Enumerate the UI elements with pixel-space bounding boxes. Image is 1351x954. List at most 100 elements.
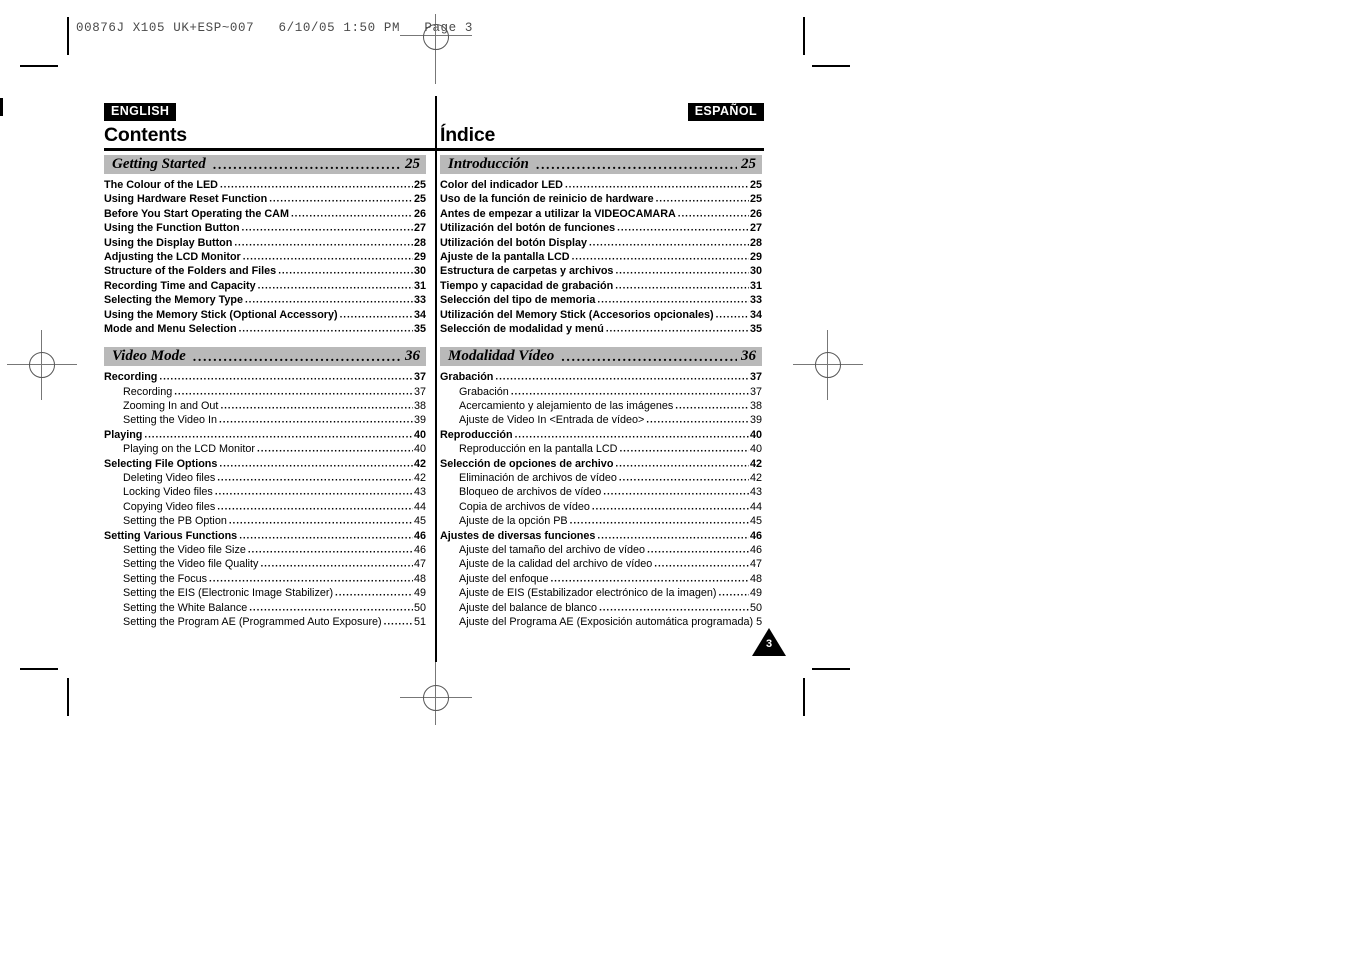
toc-entry[interactable]: Ajuste de la calidad del archivo de víde… (440, 559, 762, 573)
toc-entry[interactable]: Playing.................................… (104, 430, 426, 444)
toc-entry-label: Mode and Menu Selection (104, 323, 237, 335)
toc-entry[interactable]: Ajuste de la opción PB..................… (440, 516, 762, 530)
toc-entry[interactable]: Using the Function Button...............… (104, 223, 426, 237)
toc-entry-page: 46 (749, 544, 762, 556)
toc-leader-dots: ........................................… (615, 266, 749, 277)
toc-entry-label: Grabación (459, 386, 509, 398)
toc-section-bar[interactable]: Introducción............................… (440, 155, 762, 174)
toc-entry-label: Setting the White Balance (123, 602, 248, 614)
toc-entry-label: Ajuste del balance de blanco (459, 602, 598, 614)
toc-entry[interactable]: Setting the Video In....................… (104, 415, 426, 429)
toc-entry-label: Setting the Program AE (Programmed Auto … (123, 616, 382, 628)
toc-entry[interactable]: Adjusting the LCD Monitor...............… (104, 252, 426, 266)
toc-entry[interactable]: Setting the Focus.......................… (104, 574, 426, 588)
toc-entry[interactable]: Zooming In and Out......................… (104, 401, 426, 415)
toc-entry[interactable]: Ajuste del tamaño del archivo de vídeo..… (440, 545, 762, 559)
toc-entry[interactable]: Mode and Menu Selection.................… (104, 324, 426, 338)
toc-leader-dots: ........................................… (174, 387, 413, 398)
toc-entry-label: Before You Start Operating the CAM (104, 208, 289, 220)
toc-leader-dots: ........................................… (335, 588, 413, 599)
toc-entry[interactable]: Copying Video files.....................… (104, 502, 426, 516)
toc-leader-dots: ........................................… (239, 531, 413, 542)
toc-entry[interactable]: Eliminación de archivos de vídeo........… (440, 473, 762, 487)
toc-entry[interactable]: Setting the Video file Quality..........… (104, 559, 426, 573)
toc-entry[interactable]: The Colour of the LED...................… (104, 180, 426, 194)
toc-entry-label: Playing on the LCD Monitor (123, 444, 256, 456)
toc-entry[interactable]: Tiempo y capacidad de grabación.........… (440, 281, 762, 295)
toc-leader-dots: ........................................… (339, 310, 413, 321)
toc-entry[interactable]: Locking Video files.....................… (104, 487, 426, 501)
toc-leader-dots: ........................................… (647, 545, 749, 556)
toc-entry-label: Structure of the Folders and Files (104, 266, 277, 278)
toc-entry[interactable]: Reproducción en la pantalla LCD.........… (440, 444, 762, 458)
toc-entry[interactable]: Ajuste de EIS (Estabilizador electrónico… (440, 588, 762, 602)
toc-leader-dots: ........................................… (615, 459, 749, 470)
toc-entry[interactable]: Selección del tipo de memoria...........… (440, 295, 762, 309)
toc-entry[interactable]: Deleting Video files....................… (104, 473, 426, 487)
toc-entry-page: 50 (749, 602, 762, 614)
toc-entry[interactable]: Ajuste del enfoque......................… (440, 574, 762, 588)
toc-entry[interactable]: Setting the White Balance...............… (104, 603, 426, 617)
toc-entry[interactable]: Acercamiento y alejamiento de las imágen… (440, 401, 762, 415)
toc-entry[interactable]: Recording...............................… (104, 372, 426, 386)
toc-entry[interactable]: Grabación...............................… (440, 387, 762, 401)
toc-entry[interactable]: Utilización del botón Display...........… (440, 238, 762, 252)
toc-entry-page: 51 (413, 616, 426, 628)
toc-entry[interactable]: Before You Start Operating the CAM......… (104, 209, 426, 223)
toc-entry[interactable]: Copia de archivos de vídeo..............… (440, 502, 762, 516)
toc-entry[interactable]: Antes de empezar a utilizar la VIDEOCÁMA… (440, 209, 762, 223)
toc-entry[interactable]: Using the Display Button................… (104, 238, 426, 252)
toc-entry[interactable]: Setting the PB Option...................… (104, 516, 426, 530)
toc-entry[interactable]: Uso de la función de reinicio de hardwar… (440, 194, 762, 208)
toc-entry[interactable]: Utilización del botón de funciones......… (440, 223, 762, 237)
toc-entry[interactable]: Color del indicador LED.................… (440, 180, 762, 194)
toc-leader-dots: ........................................… (618, 473, 749, 484)
toc-entry-page: 37 (413, 386, 426, 398)
toc-section-page: 25 (405, 156, 420, 172)
toc-entry[interactable]: Ajustes de diversas funciones...........… (440, 531, 762, 545)
toc-entry[interactable]: Structure of the Folders and Files......… (104, 266, 426, 280)
toc-section-bar[interactable]: Getting Started.........................… (104, 155, 426, 174)
toc-entry[interactable]: Setting the EIS (Electronic Image Stabil… (104, 588, 426, 602)
toc-entry[interactable]: Selecting File Options..................… (104, 459, 426, 473)
toc-leader-dots: ........................................… (241, 223, 413, 234)
toc-leader-dots: ........................................… (603, 487, 749, 498)
toc-section-bar[interactable]: Modalidad Vídeo.........................… (440, 347, 762, 367)
toc-entry[interactable]: Selecting the Memory Type...............… (104, 295, 426, 309)
toc-entry[interactable]: Setting the Video file Size.............… (104, 545, 426, 559)
english-column-heading: ENGLISH Contents (104, 102, 424, 147)
toc-entry-label: Reproducción (440, 429, 513, 441)
toc-entry-label: Ajuste del Programa AE (Exposición autom… (459, 616, 754, 628)
toc-entry[interactable]: Reproducción............................… (440, 430, 762, 444)
toc-entry[interactable]: Setting Various Functions...............… (104, 531, 426, 545)
toc-entry[interactable]: Using the Memory Stick (Optional Accesso… (104, 310, 426, 324)
toc-entry[interactable]: Bloqueo de archivos de vídeo............… (440, 487, 762, 501)
toc-entry-label: Setting the Video file Size (123, 544, 246, 556)
toc-leader-dots: ........................................… (564, 180, 749, 191)
toc-entry[interactable]: Ajuste de Video In <Entrada de vídeo>...… (440, 415, 762, 429)
page-number-badge: 3 (752, 628, 786, 656)
toc-entry-label: Selecting File Options (104, 458, 218, 470)
toc-entry[interactable]: Selección de opciones de archivo........… (440, 459, 762, 473)
title-row: ENGLISH Contents ESPAÑOL Índice (104, 100, 764, 148)
toc-leader-dots: ........................................… (615, 281, 749, 292)
toc-entry[interactable]: Setting the Program AE (Programmed Auto … (104, 617, 426, 631)
toc-entry[interactable]: Selección de modalidad y menú...........… (440, 324, 762, 338)
toc-leader-dots: ........................................… (715, 310, 749, 321)
toc-entry[interactable]: Playing on the LCD Monitor..............… (104, 444, 426, 458)
toc-entry[interactable]: Using Hardware Reset Function...........… (104, 194, 426, 208)
toc-entry[interactable]: Utilización del Memory Stick (Accesorios… (440, 310, 762, 324)
toc-leader-dots: ........................................… (257, 281, 413, 292)
toc-entry-label: Setting the Video file Quality (123, 559, 259, 571)
toc-entry[interactable]: Estructura de carpetas y archivos.......… (440, 266, 762, 280)
toc-entry[interactable]: Recording Time and Capacity.............… (104, 281, 426, 295)
toc-section-bar[interactable]: Video Mode..............................… (104, 347, 426, 367)
toc-entry[interactable]: Ajuste de la pantalla LCD...............… (440, 252, 762, 266)
toc-entry[interactable]: Grabación...............................… (440, 372, 762, 386)
toc-leader-dots: ........................................… (597, 295, 749, 306)
toc-entry[interactable]: Ajuste del balance de blanco............… (440, 603, 762, 617)
toc-entry[interactable]: Ajuste del Programa AE (Exposición autom… (440, 617, 762, 631)
toc-entry[interactable]: Recording...............................… (104, 387, 426, 401)
toc-entry-label: Selección de opciones de archivo (440, 458, 614, 470)
toc-entry-page: 37 (749, 372, 762, 384)
